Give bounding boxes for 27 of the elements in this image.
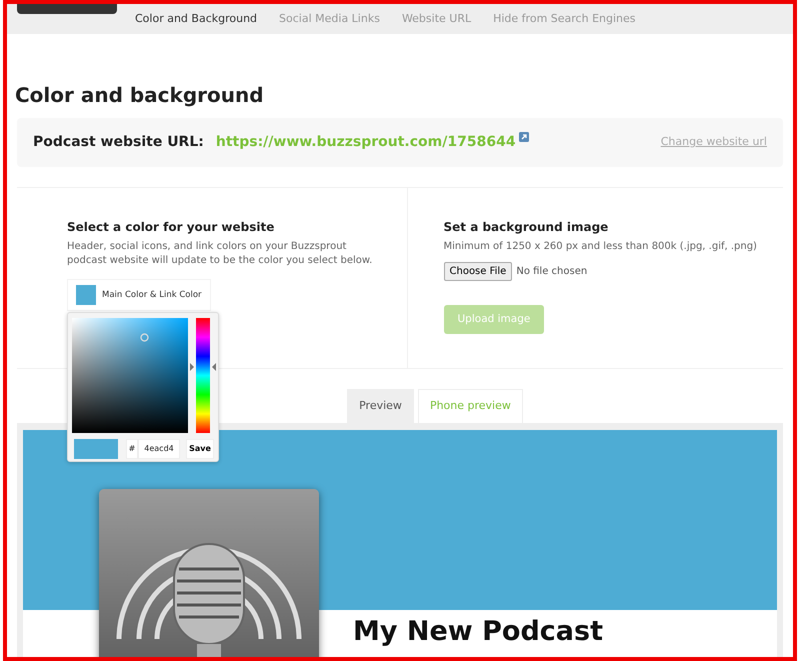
save-button[interactable]: Save — [186, 439, 214, 459]
website-url-link[interactable]: https://www.buzzsprout.com/1758644 — [216, 132, 516, 153]
hash-label: # — [126, 439, 138, 459]
section-title: Select a color for your website — [67, 219, 276, 236]
hue-slider[interactable] — [190, 318, 216, 433]
section-description: Header, social icons, and link colors on your Buzzsprout podcast website will update to be the color you select below. — [67, 240, 374, 267]
saturation-field[interactable] — [72, 318, 188, 433]
hex-input[interactable]: 4eacd4 — [138, 439, 180, 459]
nav-tab[interactable]: Color and Background — [135, 10, 258, 28]
nav-tab[interactable]: Hide from Search Engines — [493, 10, 636, 28]
podcast-title: My New Podcast — [353, 616, 603, 646]
section-title: Set a background image — [444, 219, 610, 236]
change-url-link[interactable]: Change website url — [660, 134, 767, 151]
color-swatch-button[interactable]: Main Color & Link Color — [67, 279, 211, 311]
section-description: Minimum of 1250 x 260 px and less than 800k (.jpg, .gif, .png) — [444, 240, 758, 254]
color-preview — [74, 439, 118, 459]
external-link-icon — [518, 132, 529, 142]
choose-file-button[interactable]: Choose File — [444, 262, 512, 280]
nav-tab[interactable]: Website URL — [402, 10, 472, 28]
page-heading: Color and background — [15, 82, 265, 109]
nav-tab[interactable]: Social Media Links — [279, 10, 380, 28]
swatch-label: Main Color & Link Color — [102, 288, 202, 302]
hue-handle-icon[interactable] — [190, 363, 216, 372]
preview-tab[interactable]: Preview — [347, 389, 414, 422]
preview-tab[interactable]: Phone preview — [418, 389, 523, 422]
file-status: No file chosen — [516, 264, 588, 278]
url-label: Podcast website URL: — [33, 133, 204, 152]
